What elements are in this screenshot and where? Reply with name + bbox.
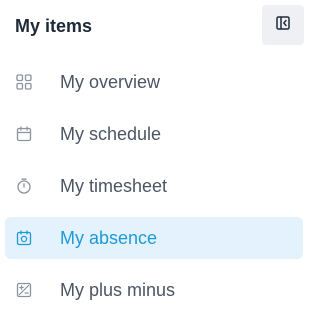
grid-icon (15, 73, 33, 91)
nav-item-my-timesheet[interactable]: My timesheet (5, 165, 303, 207)
nav-item-label: My overview (60, 72, 161, 92)
panel-header: My items (0, 0, 306, 52)
nav-item-label: My timesheet (60, 176, 168, 196)
calendar-icon (15, 125, 33, 143)
panel-title: My items (15, 16, 93, 36)
nav-item-my-overview[interactable]: My overview (5, 61, 303, 103)
my-items-panel: My items My overview My schedule My time… (0, 0, 306, 322)
nav-item-label: My absence (60, 228, 158, 248)
nav-item-my-schedule[interactable]: My schedule (5, 113, 303, 155)
calendar-absence-icon (15, 229, 33, 247)
nav-item-my-plus-minus[interactable]: My plus minus (5, 269, 303, 311)
plus-minus-icon (15, 281, 33, 299)
nav-item-my-absence[interactable]: My absence (5, 217, 303, 259)
nav-item-label: My plus minus (60, 280, 176, 300)
nav-item-label: My schedule (60, 124, 162, 144)
sidebar-collapse-icon (276, 15, 290, 35)
stopwatch-icon (15, 177, 33, 195)
collapse-sidebar-button[interactable] (262, 5, 304, 45)
